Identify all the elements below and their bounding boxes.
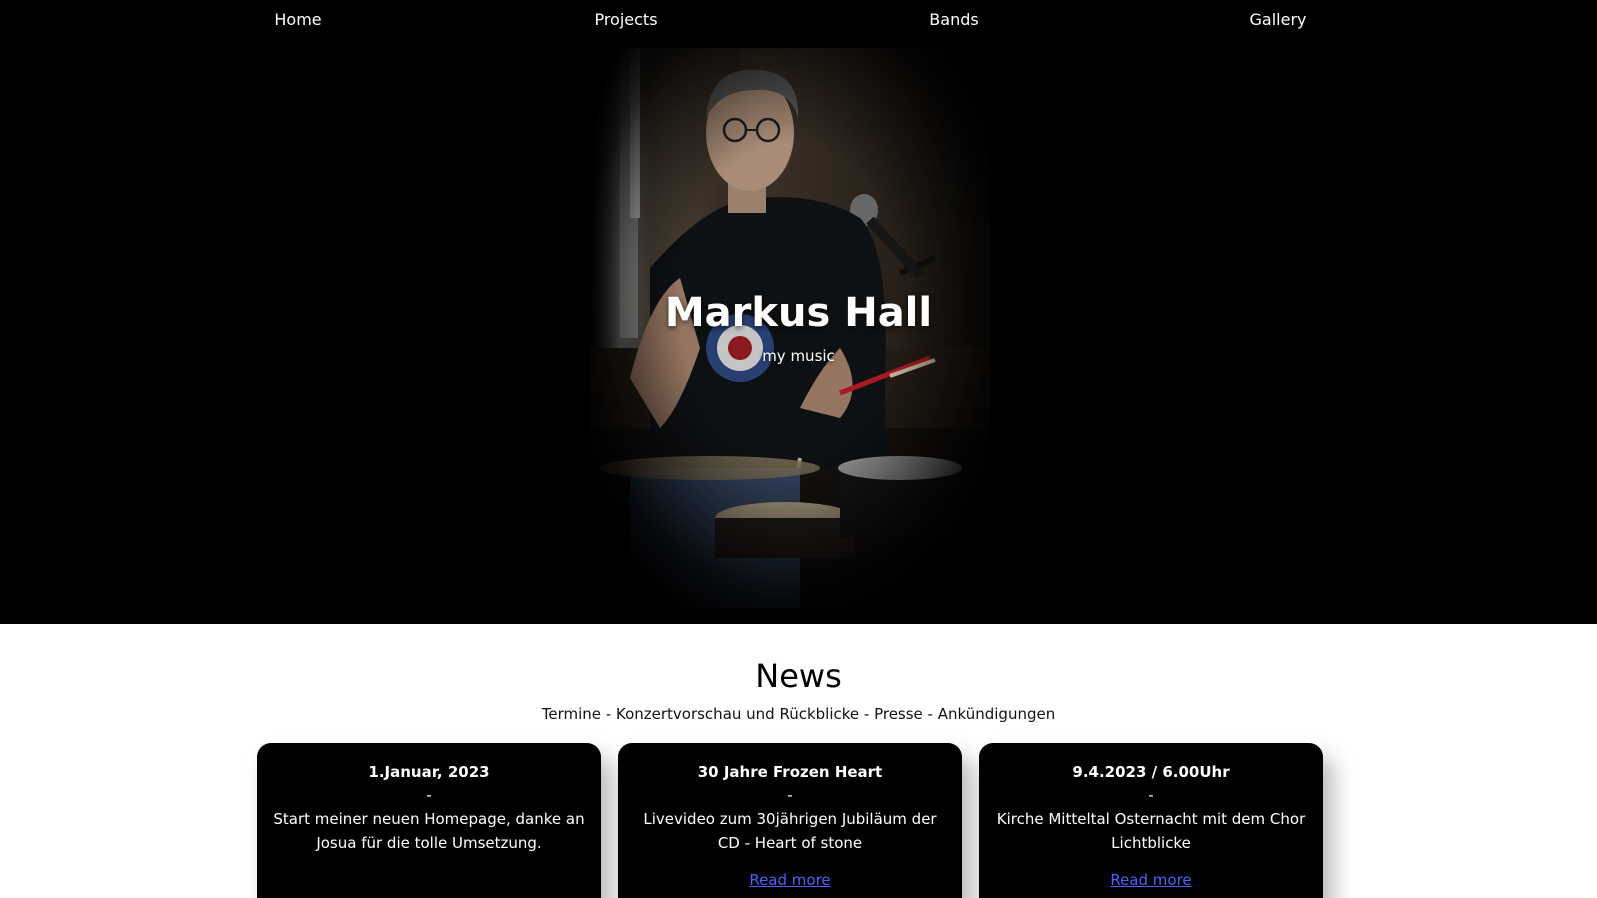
news-card: 9.4.2023 / 6.00Uhr - Kirche Mitteltal Os… (979, 743, 1323, 898)
hero-subtitle: my music (762, 347, 835, 365)
news-card-text: Kirche Mitteltal Osternacht mit dem Chor… (996, 810, 1306, 852)
news-section: News Termine - Konzertvorschau und Rückb… (0, 624, 1597, 898)
news-card-date: 9.4.2023 / 6.00Uhr (1072, 763, 1230, 781)
news-card-separator: - (1148, 786, 1154, 804)
news-subtitle: Termine - Konzertvorschau und Rückblicke… (541, 705, 1056, 723)
news-card: 1.Januar, 2023 - Start meiner neuen Home… (257, 743, 601, 898)
nav-home[interactable]: Home (274, 10, 321, 30)
news-card-text: Start meiner neuen Homepage, danke an Jo… (273, 810, 585, 852)
read-more-link[interactable]: Read more (1110, 870, 1191, 890)
news-title: News (755, 657, 842, 695)
top-nav: Home Projects Bands Gallery (0, 0, 1597, 42)
nav-gallery[interactable]: Gallery (1250, 10, 1307, 30)
nav-bands[interactable]: Bands (929, 10, 978, 30)
news-card-separator: - (426, 786, 432, 804)
read-more-link[interactable]: Read more (749, 870, 830, 890)
news-card-date: 30 Jahre Frozen Heart (697, 763, 883, 781)
news-card-text: Livevideo zum 30jährigen Jubiläum der CD… (643, 810, 937, 852)
news-card: 30 Jahre Frozen Heart - Livevideo zum 30… (618, 743, 962, 898)
news-card-separator: - (787, 786, 793, 804)
hero-section: Home Projects Bands Gallery Markus Hall … (0, 0, 1597, 624)
nav-projects[interactable]: Projects (594, 10, 657, 30)
hero-title: Markus Hall (664, 290, 933, 336)
news-card-date: 1.Januar, 2023 (368, 763, 490, 781)
